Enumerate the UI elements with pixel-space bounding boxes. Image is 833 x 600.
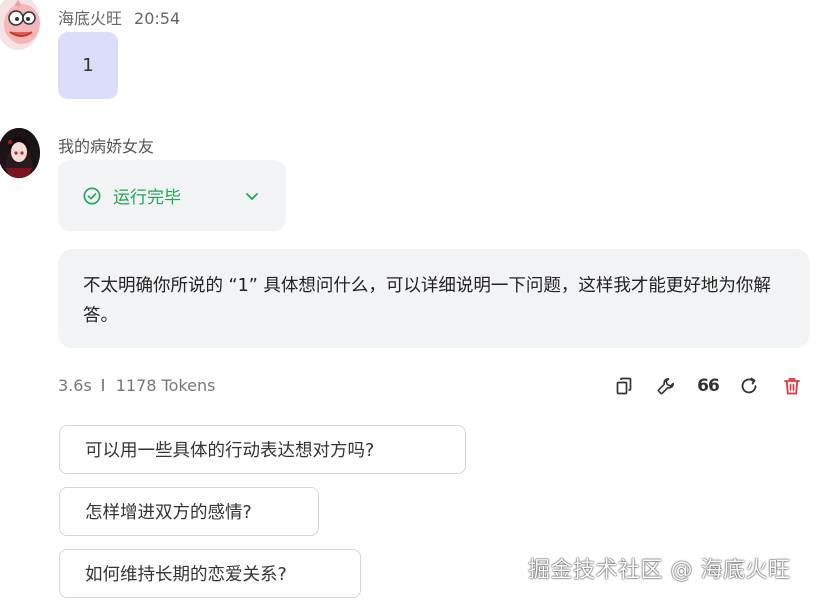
anime-avatar-image [0, 128, 40, 178]
check-circle-icon [83, 187, 101, 204]
wrench-icon [657, 378, 674, 395]
user-message-meta: 海底火旺 20:54 [58, 5, 180, 29]
bot-message-text: 不太明确你所说的 “1” 具体想问什么，可以详细说明一下问题，这样我才能更好地为… [83, 276, 771, 326]
response-duration: 3.6s [58, 376, 92, 395]
watermark: 掘金技术社区 @ 海底火旺 [528, 558, 791, 583]
tools-button[interactable] [654, 374, 678, 398]
copy-button[interactable] [612, 374, 636, 398]
user-message-text: 1 [82, 55, 94, 76]
user-message-bubble: 1 [58, 32, 118, 99]
copy-icon [616, 377, 632, 395]
bot-avatar[interactable] [0, 128, 40, 178]
chevron-down-icon[interactable] [244, 188, 260, 204]
regenerate-button[interactable] [737, 374, 761, 398]
run-status-label: 运行完毕 [113, 188, 181, 208]
refresh-icon [741, 377, 757, 394]
suggestion-item[interactable]: 怎样增进双方的感情? [59, 487, 319, 536]
user-name: 海底火旺 [58, 9, 123, 28]
suggestion-item[interactable]: 可以用一些具体的行动表达想对方吗? [59, 425, 466, 474]
suggestion-text: 怎样增进双方的感情? [85, 503, 252, 523]
message-stats: 3.6s 1178 Tokens [58, 376, 215, 395]
suggestion-item[interactable]: 如何维持长期的恋爱关系? [59, 549, 361, 598]
trash-icon [784, 378, 800, 395]
delete-button[interactable] [780, 374, 804, 398]
run-status-card[interactable]: 运行完毕 [58, 160, 286, 231]
quote-icon: 66 [697, 376, 720, 396]
token-count: 1178 Tokens [115, 376, 216, 395]
cartoon-avatar-image [0, 0, 40, 50]
suggestion-text: 可以用一些具体的行动表达想对方吗? [85, 441, 375, 461]
message-time: 20:54 [134, 9, 181, 28]
suggestion-text: 如何维持长期的恋爱关系? [85, 565, 287, 585]
bot-name: 我的病娇女友 [58, 137, 155, 156]
stats-divider [101, 378, 104, 391]
bot-message-bubble: 不太明确你所说的 “1” 具体想问什么，可以详细说明一下问题，这样我才能更好地为… [58, 249, 810, 348]
quote-button[interactable]: 66 [695, 374, 721, 398]
user-avatar[interactable] [0, 0, 40, 50]
